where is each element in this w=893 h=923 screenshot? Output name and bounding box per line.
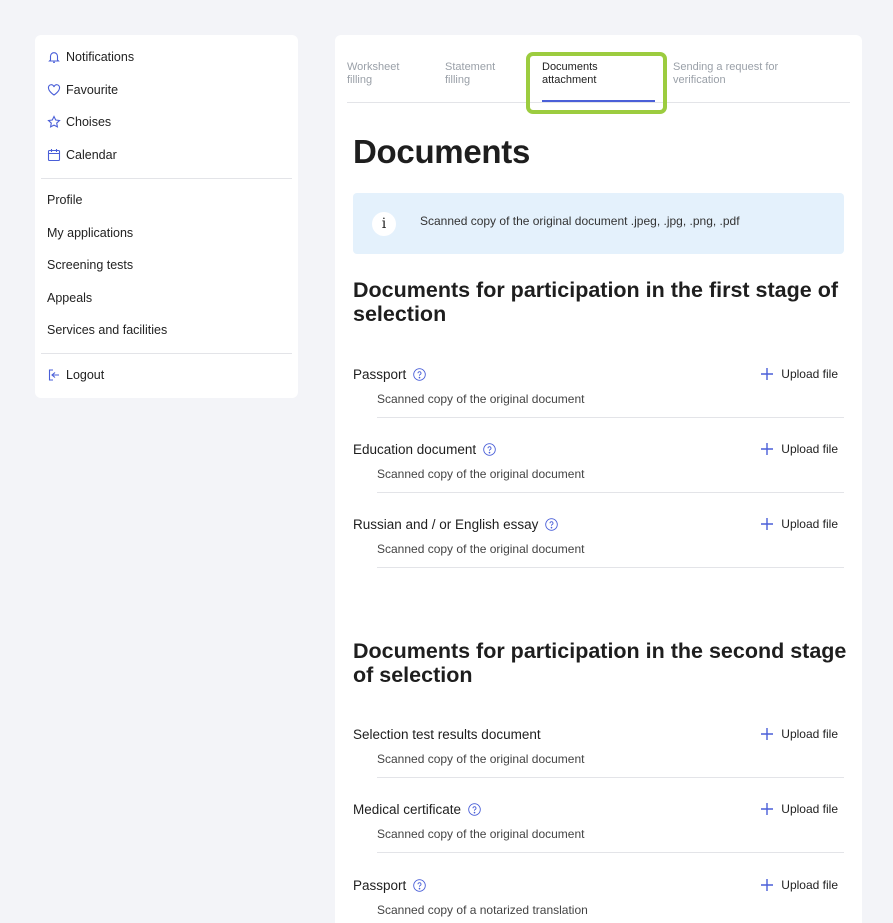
- upload-file-button[interactable]: Upload file: [760, 367, 838, 381]
- row-divider: [377, 417, 844, 418]
- sidebar-item-profile[interactable]: Profile: [47, 192, 82, 208]
- upload-label: Upload file: [781, 517, 838, 531]
- row-divider: [377, 852, 844, 853]
- page-title: Documents: [353, 133, 530, 170]
- row-divider: [377, 567, 844, 568]
- document-description: Scanned copy of the original document: [377, 752, 585, 766]
- document-name: Education document: [353, 442, 496, 457]
- help-icon[interactable]: [413, 368, 427, 381]
- sidebar-item-label: Profile: [47, 193, 83, 207]
- upload-label: Upload file: [781, 367, 838, 381]
- document-name-text: Education document: [353, 442, 477, 457]
- logout-icon: [47, 368, 61, 382]
- logout-label: Logout: [66, 368, 105, 382]
- row-divider: [377, 492, 844, 493]
- plus-icon: [760, 802, 774, 816]
- document-name-text: Passport: [353, 367, 407, 382]
- document-name-text: Selection test results document: [353, 727, 541, 742]
- document-row: Russian and / or English essay Upload fi…: [353, 517, 844, 577]
- sidebar-item-label: Calendar: [66, 148, 117, 162]
- document-name: Medical certificate: [353, 802, 481, 817]
- document-name-text: Passport: [353, 878, 407, 893]
- upload-file-button[interactable]: Upload file: [760, 517, 838, 531]
- document-description: Scanned copy of the original document: [377, 827, 585, 841]
- sidebar-item-services-and-facilities[interactable]: Services and facilities: [47, 322, 167, 338]
- sidebar-item-label: Screening tests: [47, 258, 134, 272]
- info-text: Scanned copy of the original document .j…: [420, 214, 740, 228]
- sidebar-item-choises[interactable]: Choises: [47, 114, 111, 130]
- help-icon[interactable]: [413, 879, 427, 892]
- plus-icon: [760, 367, 774, 381]
- plus-icon: [760, 517, 774, 531]
- sidebar-item-label: Services and facilities: [47, 323, 168, 337]
- sidebar: Notifications Favourite Choises Calendar…: [35, 35, 298, 398]
- document-description: Scanned copy of the original document: [377, 542, 585, 556]
- sidebar-item-appeals[interactable]: Appeals: [47, 290, 92, 306]
- document-row: Passport Upload file Scanned copy of the…: [353, 367, 844, 427]
- sidebar-divider: [41, 353, 292, 354]
- active-tab-indicator: [542, 100, 655, 102]
- row-divider: [377, 777, 844, 778]
- document-description: Scanned copy of the original document: [377, 392, 585, 406]
- sidebar-item-label: My applications: [47, 226, 134, 240]
- document-name: Passport: [353, 878, 427, 893]
- document-name: Russian and / or English essay: [353, 517, 559, 532]
- sidebar-item-calendar[interactable]: Calendar: [47, 147, 117, 163]
- sidebar-item-favourite[interactable]: Favourite: [47, 82, 118, 98]
- calendar-icon: [47, 148, 61, 162]
- tab-worksheet-filling[interactable]: Worksheet filling: [347, 61, 399, 87]
- document-row: Selection test results document Upload f…: [353, 727, 844, 787]
- sidebar-divider: [41, 178, 292, 179]
- upload-file-button[interactable]: Upload file: [760, 727, 838, 741]
- sidebar-item-label: Favourite: [66, 83, 119, 97]
- document-description: Scanned copy of the original document: [377, 467, 585, 481]
- document-name-text: Russian and / or English essay: [353, 517, 539, 532]
- document-name-text: Medical certificate: [353, 802, 462, 817]
- sidebar-item-screening-tests[interactable]: Screening tests: [47, 257, 133, 273]
- document-row: Passport Upload file Scanned copy of a n…: [353, 878, 844, 923]
- upload-label: Upload file: [781, 442, 838, 456]
- document-description: Scanned copy of a notarized translation: [377, 903, 588, 917]
- document-row: Medical certificate Upload file Scanned …: [353, 802, 844, 862]
- sidebar-item-my-applications[interactable]: My applications: [47, 225, 133, 241]
- help-icon[interactable]: [483, 443, 496, 456]
- section-title: Documents for participation in the first…: [353, 278, 838, 326]
- sidebar-item-label: Appeals: [47, 291, 93, 305]
- sidebar-item-notifications[interactable]: Notifications: [47, 49, 134, 65]
- main-panel: Worksheet filling Statement filling Docu…: [335, 35, 862, 923]
- tab-statement-filling[interactable]: Statement filling: [445, 61, 495, 87]
- sidebar-item-label: Notifications: [66, 50, 135, 64]
- plus-icon: [760, 727, 774, 741]
- tabs-divider: [347, 102, 850, 103]
- bell-icon: [47, 50, 61, 64]
- star-icon: [47, 115, 61, 129]
- help-icon[interactable]: [468, 803, 481, 816]
- upload-file-button[interactable]: Upload file: [760, 878, 838, 892]
- upload-label: Upload file: [781, 802, 838, 816]
- document-row: Education document Upload file Scanned c…: [353, 442, 844, 502]
- upload-label: Upload file: [781, 727, 838, 741]
- document-name: Selection test results document: [353, 727, 541, 742]
- info-icon: i: [372, 212, 396, 236]
- plus-icon: [760, 442, 774, 456]
- tab-sending-request[interactable]: Sending a request for verification: [673, 61, 778, 87]
- upload-file-button[interactable]: Upload file: [760, 802, 838, 816]
- section-title: Documents for participation in the secon…: [353, 639, 847, 687]
- info-banner: i Scanned copy of the original document …: [353, 193, 844, 254]
- tab-documents-attachment[interactable]: Documents attachment: [542, 61, 598, 87]
- heart-icon: [47, 83, 61, 97]
- logout-button[interactable]: Logout: [47, 367, 104, 383]
- plus-icon: [760, 878, 774, 892]
- help-icon[interactable]: [545, 518, 559, 531]
- upload-file-button[interactable]: Upload file: [760, 442, 838, 456]
- sidebar-item-label: Choises: [66, 115, 112, 129]
- document-name: Passport: [353, 367, 427, 382]
- upload-label: Upload file: [781, 878, 838, 892]
